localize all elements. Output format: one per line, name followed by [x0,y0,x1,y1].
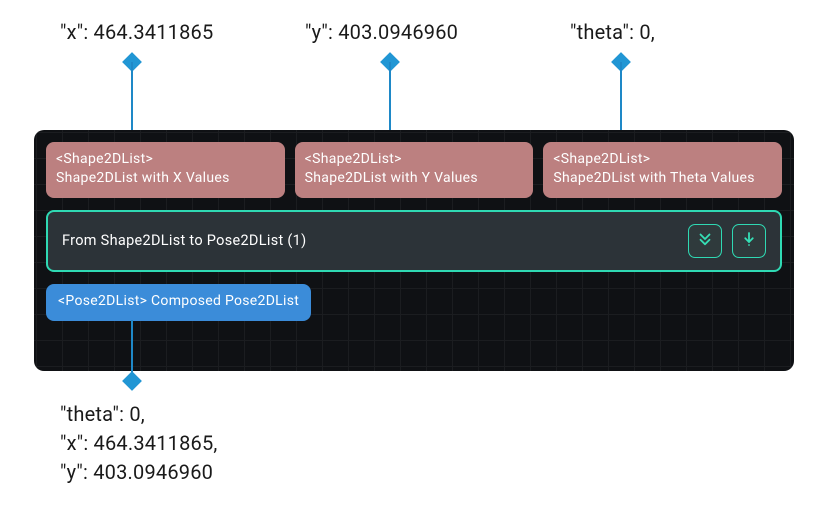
output-label: Composed Pose2DList [151,293,299,309]
output-port[interactable]: <Pose2DList> Composed Pose2DList [46,284,311,321]
input-label: Shape2DList with X Values [56,169,275,188]
callout-theta-label: "theta": 0, [570,20,655,44]
callout-connector [620,62,622,140]
callout-output-values: "theta": 0, "x": 464.3411865, "y": 403.0… [60,400,218,487]
callout-output-line: "y": 403.0946960 [60,458,218,487]
input-port-x[interactable]: <Shape2DList> Shape2DList with X Values [46,142,285,198]
node-output-row: <Pose2DList> Composed Pose2DList [46,284,782,321]
download-arrow-icon [740,230,758,252]
collapse-button[interactable] [688,224,722,258]
input-type: <Shape2DList> [56,150,275,169]
callout-connector [131,62,133,140]
output-type: <Pose2DList> [58,293,147,309]
node-title: From Shape2DList to Pose2DList (1) [62,232,678,249]
node-body[interactable]: From Shape2DList to Pose2DList (1) [46,210,782,272]
input-port-theta[interactable]: <Shape2DList> Shape2DList with Theta Val… [543,142,782,198]
input-type: <Shape2DList> [305,150,524,169]
callout-marker-icon [122,371,142,391]
node-input-row: <Shape2DList> Shape2DList with X Values … [46,142,782,198]
execute-button[interactable] [732,224,766,258]
input-type: <Shape2DList> [553,150,772,169]
callout-y-label: "y": 403.0946960 [305,20,458,44]
double-chevron-down-icon [696,230,714,252]
callout-x-label: "x": 464.3411865 [60,20,213,44]
input-label: Shape2DList with Y Values [305,169,524,188]
input-label: Shape2DList with Theta Values [553,169,772,188]
callout-connector [131,320,133,378]
callout-output-line: "x": 464.3411865, [60,429,218,458]
callout-connector [389,62,391,140]
node-panel: <Shape2DList> Shape2DList with X Values … [34,130,794,371]
input-port-y[interactable]: <Shape2DList> Shape2DList with Y Values [295,142,534,198]
callout-output-line: "theta": 0, [60,400,218,429]
